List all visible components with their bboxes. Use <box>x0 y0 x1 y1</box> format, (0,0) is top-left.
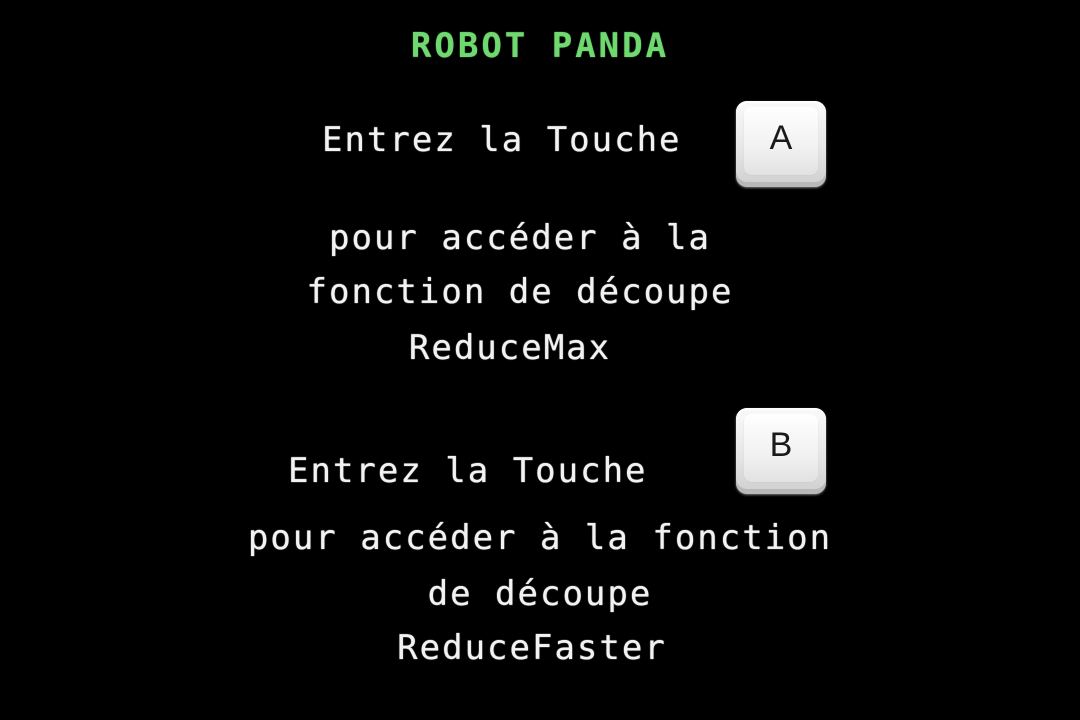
prompt-b: Entrez la Touche <box>288 451 648 491</box>
key-b-label: B <box>769 426 793 464</box>
description-b-line-2: de découpe <box>427 574 653 614</box>
key-a-face: A <box>744 107 818 175</box>
description-b-line-1: pour accéder à la fonction <box>247 518 833 558</box>
game-title: ROBOT PANDA <box>410 26 670 66</box>
key-a-label: A <box>769 119 793 157</box>
key-b-button[interactable]: B <box>736 408 826 494</box>
prompt-a: Entrez la Touche <box>322 120 682 160</box>
description-b-line-3: ReduceFaster <box>397 628 667 668</box>
description-a-line-1: pour accéder à la <box>329 218 711 258</box>
description-a-line-2: fonction de découpe <box>306 272 734 312</box>
key-b-face: B <box>744 414 818 482</box>
menu-screen: ROBOT PANDA Entrez la Touche A pour accé… <box>0 0 1080 720</box>
description-a-line-3: ReduceMax <box>408 328 612 368</box>
key-a-button[interactable]: A <box>736 101 826 187</box>
